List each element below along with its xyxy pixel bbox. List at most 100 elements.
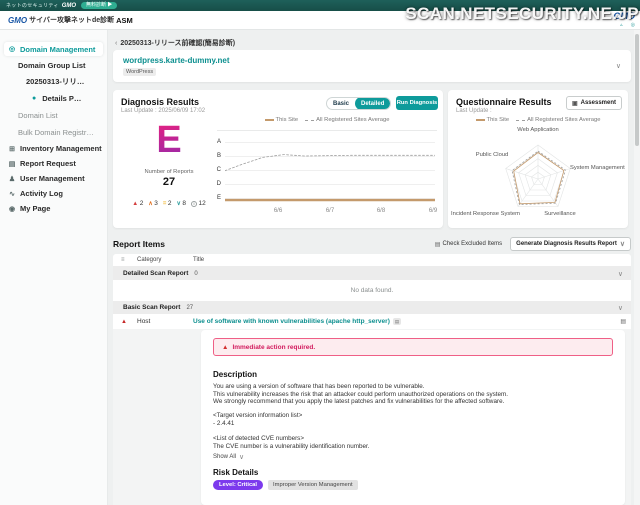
- high-caret-icon: ∧: [148, 200, 152, 207]
- radar-legend: This Site All Registered Sites Average: [448, 117, 628, 123]
- sidebar-item-domain-group-list[interactable]: Domain Group List: [0, 58, 107, 73]
- back-chevron-icon[interactable]: ‹: [115, 40, 117, 47]
- chevron-down-icon[interactable]: ∨: [616, 62, 621, 70]
- report-row-host[interactable]: ▲ Host Use of software with known vulner…: [113, 314, 631, 329]
- show-all-link[interactable]: Show All ∨: [213, 453, 244, 461]
- radar-chart-svg: [448, 124, 628, 228]
- active-dot-icon: ●: [32, 95, 36, 102]
- app-logo-text: サイバー攻撃ネットde診断: [29, 15, 114, 25]
- report-items-title: Report Items: [113, 239, 165, 249]
- chevron-down-icon: ∨: [620, 240, 625, 248]
- sort-icon[interactable]: ≡: [121, 257, 125, 263]
- low-vee-icon: ∨: [176, 200, 180, 207]
- chevron-down-icon: ∨: [239, 453, 244, 461]
- scrollbar-track[interactable]: [634, 30, 640, 505]
- check-excluded-items-link[interactable]: ▤ Check Excluded Items: [435, 241, 502, 248]
- person-circle-icon: ◉: [8, 205, 16, 213]
- free-diagnosis-button[interactable]: 無料診断 ▶: [81, 2, 117, 9]
- info-count: i12: [191, 200, 206, 207]
- app-header: GMO サイバー攻撃ネットde診断 ASM: [0, 11, 640, 30]
- diagnosis-results-card: Diagnosis Results Last Update : 2025/06/…: [113, 90, 443, 228]
- toggle-basic[interactable]: Basic: [327, 101, 355, 107]
- x-tick-2: 6/7: [326, 208, 334, 214]
- trend-chart-svg: [225, 130, 435, 210]
- sidebar-item-bulk-domain-registration[interactable]: Bulk Domain Registr…: [0, 124, 107, 141]
- y-tick-b: B: [207, 153, 221, 159]
- sidebar-item-activity-log[interactable]: ∿ Activity Log: [0, 186, 107, 201]
- chevron-down-icon[interactable]: ∨: [618, 304, 623, 312]
- y-tick-a: A: [207, 139, 221, 145]
- toggle-detailed[interactable]: Detailed: [355, 97, 390, 110]
- chevron-down-icon[interactable]: ∨: [618, 270, 623, 278]
- reports-label: Number of Reports: [121, 169, 217, 175]
- basic-detailed-toggle: Basic Detailed: [326, 97, 391, 110]
- row-category: Host: [137, 318, 150, 325]
- empty-state: No data found.: [113, 280, 631, 301]
- sidebar-item-details-page[interactable]: ● Details P…: [0, 90, 107, 107]
- sidebar-item-domain-management[interactable]: ◎ Domain Management: [4, 42, 103, 56]
- sidebar-item-report-request[interactable]: ▤ Report Request: [0, 156, 107, 171]
- section-basic-scan-report[interactable]: Basic Scan Report 27 ∨: [113, 301, 631, 314]
- user-icon: ♟: [8, 175, 16, 183]
- medium-bars-icon: =: [163, 201, 167, 207]
- corner-leaf-icon: ▵: [620, 23, 623, 28]
- row-title-link[interactable]: Use of software with known vulnerabiliti…: [193, 318, 401, 325]
- vulnerability-detail-panel: ▲ Immediate action required. Description…: [201, 330, 625, 505]
- info-circle-icon: i: [191, 201, 197, 207]
- site-domain-link[interactable]: wordpress.karte-dummy.net: [123, 56, 230, 65]
- description-line: This vulnerability increases the risk th…: [213, 391, 508, 398]
- report-items-header: Report Items ▤ Check Excluded Items Gene…: [113, 236, 631, 252]
- target-version-header: <Target version information list>: [213, 412, 302, 419]
- immediate-action-alert: ▲ Immediate action required.: [213, 338, 613, 356]
- description-title: Description: [213, 370, 257, 379]
- activity-icon: ∿: [8, 190, 16, 198]
- x-tick-1: 6/6: [274, 208, 282, 214]
- corner-gmo-logo: GMO: [614, 12, 636, 21]
- row-notes-icon[interactable]: ▤: [620, 318, 626, 325]
- y-tick-c: C: [207, 167, 221, 173]
- sidebar-item-domain-list[interactable]: Domain List: [0, 107, 107, 124]
- medium-count: =2: [163, 200, 172, 207]
- site-tag-badge: WordPress: [123, 68, 156, 76]
- corner-circle-icon: ◎: [631, 23, 635, 28]
- severity-counts: ▲2 ∧3 =2 ∨8 i12: [117, 200, 221, 207]
- app-root: SCAN.NETSECURITY.NE.JP ネットのセキュリティ GMO 無料…: [0, 0, 640, 505]
- section-detailed-scan-report[interactable]: Detailed Scan Report 0 ∨: [113, 267, 631, 280]
- scrollbar-thumb[interactable]: [635, 34, 639, 146]
- gear-icon: ◎: [8, 45, 16, 53]
- clipboard-icon: ▣: [572, 100, 578, 107]
- assessment-button[interactable]: ▣ Assessment: [566, 96, 622, 110]
- risk-badges: Level: Critical Improper Version Managem…: [213, 480, 358, 490]
- questionnaire-last-update: Last Update :: [456, 108, 492, 114]
- x-tick-4: 6/9: [429, 208, 437, 214]
- critical-count: ▲2: [132, 200, 143, 207]
- sidebar-item-domain-group[interactable]: 20250313-リリ…: [0, 73, 107, 90]
- sidebar-item-inventory-management[interactable]: ⊞ Inventory Management: [0, 141, 107, 156]
- y-tick-e: E: [207, 195, 221, 201]
- run-diagnosis-button[interactable]: Run Diagnosis: [396, 96, 438, 110]
- breadcrumb[interactable]: ‹20250313-リリース前確認(簡易診断): [115, 38, 235, 48]
- sidebar-item-user-management[interactable]: ♟ User Management: [0, 171, 107, 186]
- low-count: ∨8: [176, 200, 186, 207]
- sidebar-item-my-page[interactable]: ◉ My Page: [0, 201, 107, 216]
- main-content: ‹20250313-リリース前確認(簡易診断) wordpress.karte-…: [108, 30, 640, 505]
- critical-triangle-icon: ▲: [132, 201, 138, 207]
- grade-letter: E: [121, 118, 217, 162]
- description-line: We strongly recommend that you apply the…: [213, 398, 504, 405]
- column-category: Category: [137, 257, 161, 263]
- sidebar: ◎ Domain Management Domain Group List 20…: [0, 30, 108, 505]
- y-tick-d: D: [207, 181, 221, 187]
- this-site-swatch: [265, 119, 274, 121]
- generate-report-button[interactable]: Generate Diagnosis Results Report ∨: [510, 237, 631, 251]
- corner-logo-block: GMO ▵ ◎: [614, 12, 636, 28]
- document-icon: ▤: [8, 160, 16, 168]
- target-version-value: - 2.4.41: [213, 420, 234, 427]
- critical-triangle-icon: ▲: [121, 319, 127, 325]
- app-logo-suffix: ASM: [116, 16, 133, 25]
- top-promo-bar: ネットのセキュリティ GMO 無料診断 ▶: [0, 0, 640, 11]
- report-table-header: ≡ Category Title: [113, 254, 631, 267]
- x-tick-3: 6/8: [377, 208, 385, 214]
- trend-legend: This Site All Registered Sites Average: [217, 117, 437, 123]
- risk-category-badge: Improper Version Management: [268, 480, 358, 490]
- reports-count: 27: [121, 176, 217, 188]
